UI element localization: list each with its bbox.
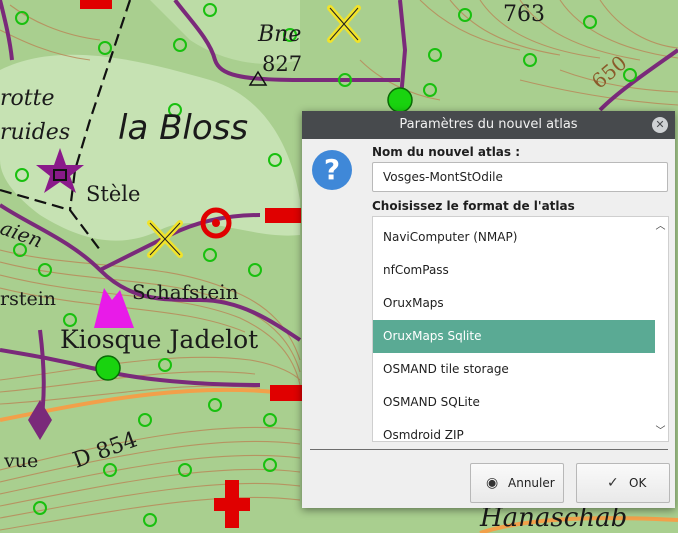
map-label-bne: Bne <box>258 22 302 47</box>
close-icon[interactable]: ✕ <box>652 117 668 133</box>
cancel-icon: ◉ <box>486 475 499 491</box>
atlas-format-list[interactable]: NaviComputer (NMAP) nfComPass OruxMaps O… <box>372 216 669 442</box>
cancel-label: Annuler <box>508 476 555 490</box>
map-label-stein: rstein <box>0 288 57 310</box>
check-icon: ✓ <box>607 475 619 491</box>
ok-button[interactable]: ✓ OK <box>576 463 670 503</box>
format-item-osmdroid-zip[interactable]: Osmdroid ZIP <box>373 419 655 441</box>
format-item-osmand-tile-storage[interactable]: OSMAND tile storage <box>373 353 655 386</box>
map-label-schafstein: Schafstein <box>132 280 239 304</box>
question-icon: ? <box>312 150 352 190</box>
format-item-oruxmaps[interactable]: OruxMaps <box>373 287 655 320</box>
map-label-druides: ruides <box>0 120 71 145</box>
format-item-osmand-sqlite[interactable]: OSMAND SQLite <box>373 386 655 419</box>
map-label-altitude-827: 827 <box>262 52 303 76</box>
atlas-name-label: Nom du nouvel atlas : <box>372 145 521 159</box>
map-label-kiosque: Kiosque Jadelot <box>60 325 259 354</box>
map-label-stele: Stèle <box>86 182 141 206</box>
atlas-format-label: Choisissez le format de l'atlas <box>372 199 575 213</box>
dialog-titlebar[interactable]: Paramètres du nouvel atlas ✕ <box>302 111 675 139</box>
scroll-up-icon[interactable]: ︿ <box>654 220 667 233</box>
cancel-button[interactable]: ◉ Annuler <box>470 463 564 503</box>
button-separator <box>310 449 668 450</box>
close-glyph: ✕ <box>655 118 665 131</box>
atlas-name-input[interactable] <box>372 162 668 192</box>
new-atlas-dialog: Paramètres du nouvel atlas ✕ ? Nom du no… <box>302 111 675 508</box>
scroll-down-icon[interactable]: ﹀ <box>654 425 667 438</box>
map-label-grotte: rotte <box>0 86 55 111</box>
ok-label: OK <box>629 476 647 490</box>
format-item-nfcompass[interactable]: nfComPass <box>373 254 655 287</box>
format-item-navicomputer[interactable]: NaviComputer (NMAP) <box>373 221 655 254</box>
question-glyph: ? <box>323 153 341 186</box>
dialog-title: Paramètres du nouvel atlas <box>399 117 578 132</box>
map-label-vue: vue <box>4 450 39 472</box>
format-item-oruxmaps-sqlite[interactable]: OruxMaps Sqlite <box>373 320 655 353</box>
map-label-la-bloss: la Bloss <box>118 108 249 148</box>
map-label-altitude-763: 763 <box>503 2 545 27</box>
